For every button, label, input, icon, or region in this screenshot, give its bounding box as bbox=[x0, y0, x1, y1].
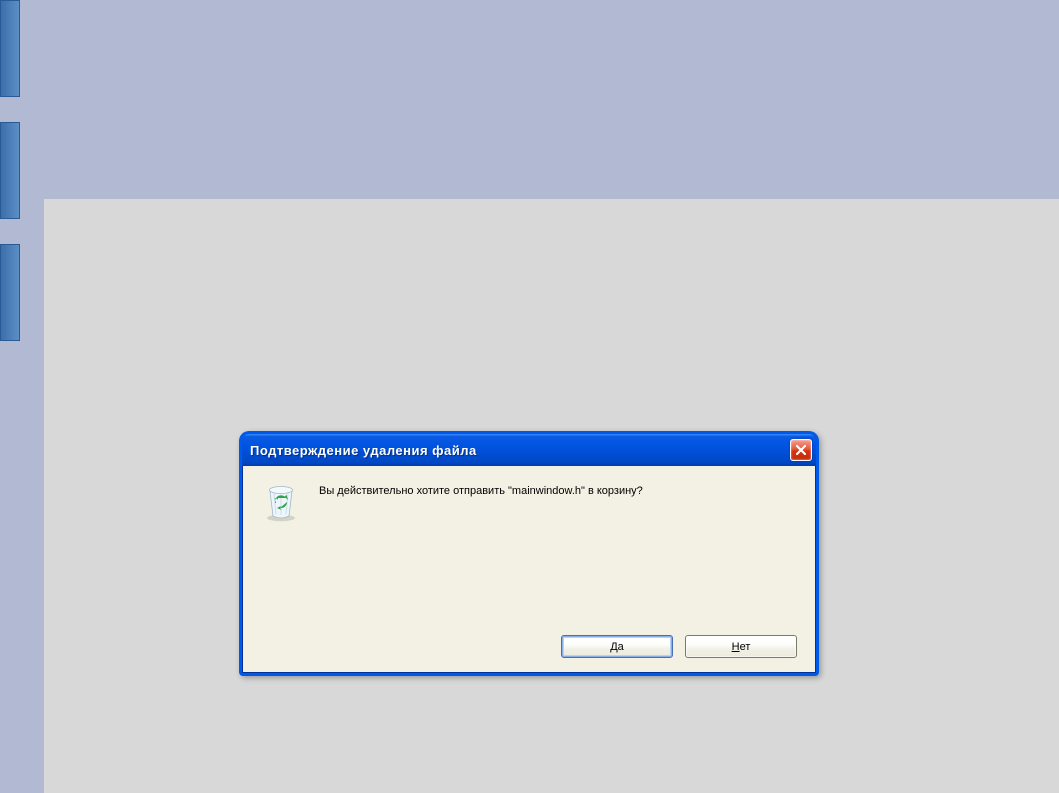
toolwindow-tab-3[interactable] bbox=[0, 244, 20, 341]
dialog-body: Вы действительно хотите отправить "mainw… bbox=[242, 466, 816, 673]
toolwindow-tab-2[interactable] bbox=[0, 122, 20, 219]
confirm-delete-dialog: Подтверждение удаления файла bbox=[239, 431, 819, 676]
dialog-titlebar[interactable]: Подтверждение удаления файла bbox=[242, 434, 816, 466]
toolwindow-tab-1[interactable] bbox=[0, 0, 20, 97]
dialog-message: Вы действительно хотите отправить "mainw… bbox=[319, 482, 643, 499]
dialog-title: Подтверждение удаления файла bbox=[250, 443, 477, 458]
message-row: Вы действительно хотите отправить "mainw… bbox=[263, 482, 795, 522]
yes-button[interactable]: Да bbox=[561, 635, 673, 658]
button-row: Да Нет bbox=[561, 635, 797, 658]
no-button[interactable]: Нет bbox=[685, 635, 797, 658]
recycle-bin-icon bbox=[263, 480, 299, 522]
close-button[interactable] bbox=[790, 439, 812, 461]
close-icon bbox=[795, 444, 807, 456]
